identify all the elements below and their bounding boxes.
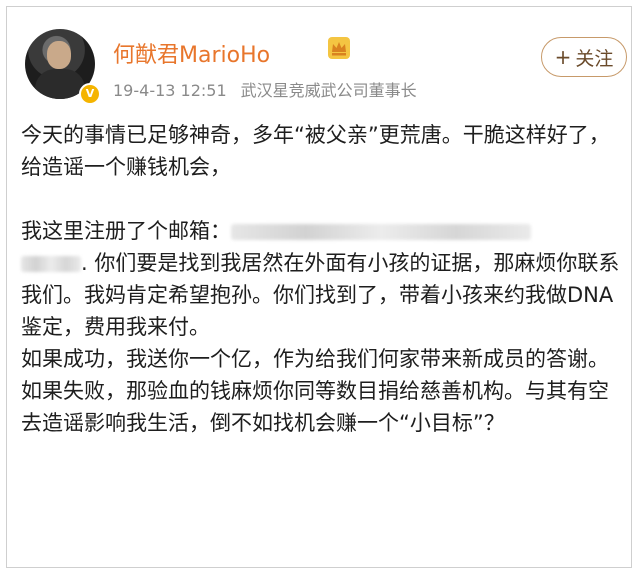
redacted-email-domain <box>21 256 81 272</box>
post-paragraph: 今天的事情已足够神奇，多年“被父亲”更荒唐。干脆这样好了，给造谣一个赚钱机会， <box>21 123 610 179</box>
post-content: 今天的事情已足够神奇，多年“被父亲”更荒唐。干脆这样好了，给造谣一个赚钱机会， … <box>21 119 621 439</box>
post-header: V 何猷君MarioHo 19-4-13 12:51 武汉星竞威武公司董事长 + … <box>21 21 627 111</box>
verified-badge-icon: V <box>79 83 101 105</box>
avatar-head <box>47 41 71 69</box>
redacted-email <box>231 224 531 240</box>
post-meta: 19-4-13 12:51 武汉星竞威武公司董事长 <box>113 77 417 101</box>
crown-icon <box>328 37 350 59</box>
weibo-post-card: V 何猷君MarioHo 19-4-13 12:51 武汉星竞威武公司董事长 + … <box>6 6 632 568</box>
email-intro: 我这里注册了个邮箱： <box>21 219 231 243</box>
follow-button[interactable]: + 关注 <box>541 37 627 77</box>
avatar-body <box>35 69 85 99</box>
post-paragraph-continued: . 你们要是找到我居然在外面有小孩的证据，那麻烦你联系我们。我妈肯定希望抱孙。你… <box>21 251 620 339</box>
follow-label: 关注 <box>575 47 614 70</box>
post-paragraph: 如果失败，那验血的钱麻烦你同等数目捐给慈善机构。与其有空去造谣影响我生活，倒不如… <box>21 379 609 435</box>
plus-icon: + <box>554 45 572 69</box>
post-paragraph-email: 我这里注册了个邮箱： . 你们要是找到我居然在外面有小孩的证据，那麻烦你联系我们。… <box>21 215 621 343</box>
author-name[interactable]: 何猷君MarioHo <box>113 37 270 69</box>
post-timestamp: 19-4-13 12:51 <box>113 81 227 100</box>
post-paragraph: 如果成功，我送你一个亿，作为给我们何家带来新成员的答谢。 <box>21 347 609 371</box>
author-title: 武汉星竞威武公司董事长 <box>240 81 417 100</box>
